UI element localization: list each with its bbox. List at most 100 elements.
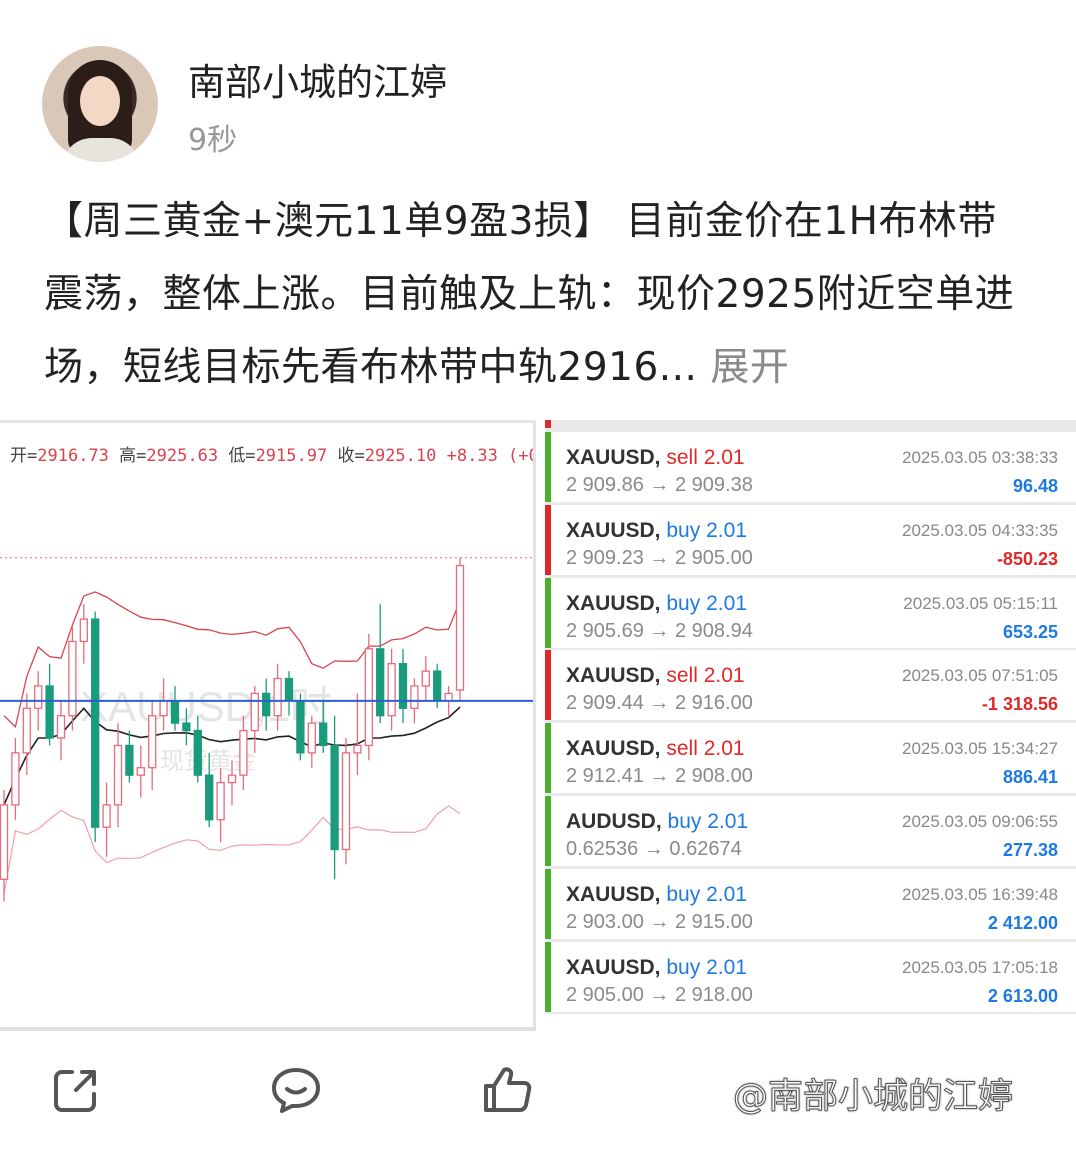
symbol-text: XAUUSD,	[566, 664, 661, 688]
post-body: 【周三黄金+澳元11单9盈3损】 目前金价在1H布林带震荡，整体上涨。目前触及上…	[44, 199, 1015, 390]
candle-body	[102, 804, 111, 828]
trade-row[interactable]: XAUUSD, buy 2.01 2 909.23 → 2 905.00 202…	[545, 504, 1076, 575]
trade-row[interactable]: XAUUSD, buy 2.01 2 903.00 → 2 915.00 202…	[545, 868, 1076, 939]
avatar[interactable]	[42, 46, 158, 162]
result-bar	[545, 504, 551, 575]
trade-symbol: XAUUSD, buy 2.01	[566, 519, 747, 543]
candle-body	[353, 744, 362, 754]
trade-profit: 277.38	[1002, 840, 1058, 860]
trade-row[interactable]: AUDUSD, buy 2.01 0.62536 → 0.62674 2025.…	[545, 796, 1076, 866]
trade-volume: 2.01	[703, 446, 745, 469]
trade-row[interactable]: XAUUSD, buy 2.01 2 905.69 → 2 908.94 202…	[545, 577, 1076, 648]
trade-symbol: XAUUSD, sell 2.01	[566, 446, 745, 470]
candle-body	[455, 564, 465, 691]
trade-prices: 0.62536 → 0.62674	[566, 838, 742, 860]
trade-profit: -1 318.56	[981, 694, 1058, 715]
candle-body	[273, 677, 282, 717]
candle-body	[68, 640, 77, 717]
candle-body	[159, 700, 168, 717]
bollinger-lower-band	[3, 805, 461, 895]
candle-body	[125, 744, 134, 776]
trade-row-partial	[545, 1014, 1076, 1024]
trade-side: buy	[666, 591, 701, 615]
candle-body	[182, 722, 191, 732]
trade-side: buy	[667, 810, 702, 833]
candle-body	[296, 700, 305, 754]
trade-prices: 2 909.23 → 2 905.00	[566, 546, 753, 569]
candle-body	[284, 677, 294, 702]
watermark: @南部小城的江婷	[732, 1077, 1014, 1118]
candle-body	[319, 722, 328, 747]
trade-volume: 2.01	[706, 518, 747, 542]
trade-row[interactable]: XAUUSD, sell 2.01 2 909.44 → 2 916.00 20…	[545, 650, 1076, 721]
like-button[interactable]	[482, 1064, 534, 1116]
share-button[interactable]	[50, 1064, 102, 1116]
trade-time: 2025.03.05 05:15:11	[903, 593, 1058, 613]
trade-row[interactable]: XAUUSD, sell 2.01 2 909.86 → 2 909.38 20…	[545, 432, 1076, 502]
author-name[interactable]: 南部小城的江婷	[188, 52, 447, 106]
trade-symbol: XAUUSD, buy 2.01	[566, 956, 747, 980]
share-icon	[54, 1070, 96, 1112]
candle-body	[421, 670, 430, 687]
candle-body	[376, 648, 385, 717]
trade-time: 2025.03.05 16:39:48	[902, 884, 1058, 904]
trade-row[interactable]: XAUUSD, buy 2.01 2 905.00 → 2 918.00 202…	[545, 941, 1076, 1012]
trade-symbol: XAUUSD, buy 2.01	[566, 883, 747, 907]
candle-body	[11, 752, 20, 806]
symbol-text: XAUUSD,	[566, 882, 661, 906]
avatar-face	[80, 76, 120, 126]
trade-prices: 2 909.86 → 2 909.38	[566, 474, 753, 496]
trade-volume: 2.01	[703, 737, 745, 761]
result-bar	[545, 941, 551, 1012]
trade-profit: 2 613.00	[987, 985, 1058, 1006]
expand-link[interactable]: 展开	[710, 345, 789, 390]
trade-symbol: XAUUSD, sell 2.01	[566, 737, 745, 761]
candle-body	[444, 692, 453, 702]
trade-symbol: XAUUSD, buy 2.01	[566, 592, 747, 616]
candle-body	[410, 685, 419, 709]
result-bar	[545, 432, 551, 502]
trade-time: 2025.03.05 03:38:33	[902, 448, 1058, 467]
result-bar	[545, 868, 551, 939]
candle-body	[148, 715, 157, 769]
chart-image[interactable]: 开=2916.73 高=2925.63 低=2915.97 收=2925.10 …	[0, 420, 536, 1031]
symbol-text: XAUUSD,	[566, 591, 661, 615]
trade-symbol: XAUUSD, sell 2.01	[566, 664, 745, 688]
panel-top-marker	[545, 420, 551, 428]
candle-body	[341, 752, 351, 851]
trade-symbol: AUDUSD, buy 2.01	[566, 810, 748, 834]
post-text: 【周三黄金+澳元11单9盈3损】 目前金价在1H布林带震荡，整体上涨。目前触及上…	[44, 185, 1034, 404]
candle-body	[262, 692, 271, 717]
symbol-text: XAUUSD,	[566, 955, 661, 979]
symbol-text: XAUUSD,	[566, 446, 661, 469]
like-icon	[484, 1067, 532, 1112]
candle-body	[22, 707, 31, 754]
result-bar	[545, 723, 551, 794]
trade-side: sell	[666, 737, 698, 761]
trade-time: 2025.03.05 17:05:18	[902, 957, 1058, 977]
trade-profit: 96.48	[1012, 476, 1058, 496]
trade-volume: 2.01	[703, 664, 745, 688]
result-bar	[545, 650, 551, 721]
trade-volume: 2.01	[706, 882, 747, 906]
trade-side: buy	[666, 518, 701, 542]
trade-prices: 2 909.44 → 2 916.00	[566, 692, 753, 715]
candle-body	[387, 663, 396, 717]
trade-prices: 2 912.41 → 2 908.00	[566, 765, 753, 788]
candle-body	[79, 618, 88, 643]
trade-volume: 2.01	[706, 591, 747, 615]
symbol-text: AUDUSD,	[566, 810, 662, 833]
trade-row[interactable]: XAUUSD, sell 2.01 2 912.41 → 2 908.00 20…	[545, 723, 1076, 794]
trade-prices: 2 903.00 → 2 915.00	[566, 910, 753, 933]
candle-body	[170, 700, 180, 724]
candle-body	[193, 729, 202, 776]
trade-history-image[interactable]: XAUUSD, sell 2.01 2 909.86 → 2 909.38 20…	[545, 420, 1076, 1024]
candle-body	[364, 648, 373, 747]
candle-body	[307, 722, 316, 754]
trade-volume: 2.01	[706, 955, 747, 979]
result-bar	[545, 577, 551, 648]
post-time: 9秒	[188, 123, 238, 158]
candle-body	[330, 744, 339, 851]
comment-button[interactable]	[270, 1064, 322, 1116]
comment-icon	[272, 1068, 320, 1113]
